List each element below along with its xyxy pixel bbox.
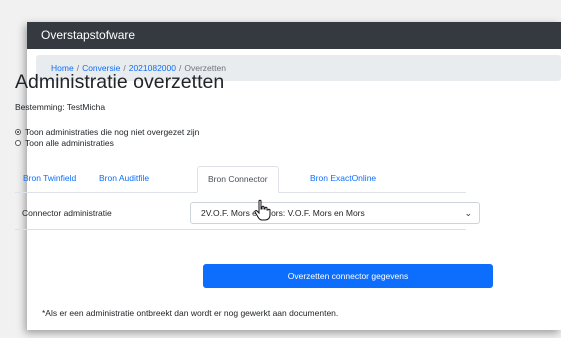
radio-not-transferred[interactable]: Toon administraties die nog niet overgez… [15, 126, 199, 137]
hand-pointer-icon [254, 199, 271, 221]
tab-connector[interactable]: Bron Connector [197, 166, 279, 193]
page-title: Administratie overzetten [15, 71, 225, 93]
radio-checked-icon[interactable] [15, 128, 21, 135]
connector-label: Connector administratie [22, 208, 112, 218]
transfer-connector-button[interactable]: Overzetten connector gegevens [203, 264, 493, 288]
connector-form-row: Connector administratie 2V.O.F. Mors en … [15, 197, 480, 230]
navbar: Overstapstofware [27, 22, 561, 49]
footnote-text: *Als er een administratie ontbreekt dan … [42, 308, 339, 318]
radio-label: Toon administraties die nog niet overgez… [25, 126, 200, 137]
tab-auditfile[interactable]: Bron Auditfile [99, 166, 149, 192]
destination-label: Bestemming: TestMicha [15, 102, 106, 112]
tab-exactonline[interactable]: Bron ExactOnline [310, 166, 376, 192]
radio-label: Toon alle administraties [25, 137, 114, 148]
chevron-down-icon: ⌄ [464, 208, 472, 218]
connector-select-value: 2V.O.F. Mors en Mors: V.O.F. Mors en Mor… [201, 208, 365, 218]
radio-show-all[interactable]: Toon alle administraties [15, 137, 199, 148]
radio-unchecked-icon[interactable] [15, 139, 21, 146]
filter-radio-group: Toon administraties die nog niet overgez… [15, 126, 199, 148]
connector-select[interactable]: 2V.O.F. Mors en Mors: V.O.F. Mors en Mor… [190, 202, 480, 224]
brand-title[interactable]: Overstapstofware [41, 28, 135, 42]
tab-twinfield[interactable]: Bron Twinfield [23, 166, 76, 192]
source-tabs: Bron Twinfield Bron Auditfile Bron Conne… [15, 166, 466, 193]
